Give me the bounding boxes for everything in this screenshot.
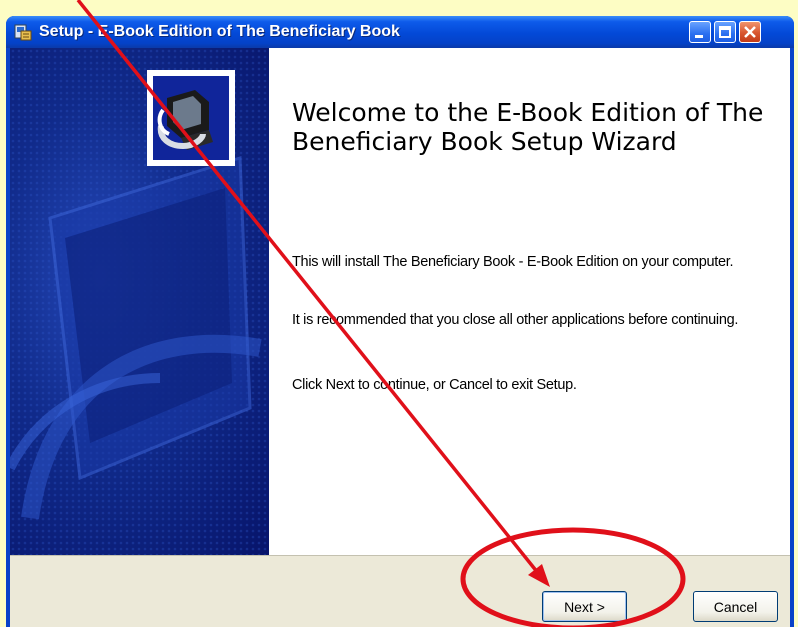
setup-window: Setup - E-Book Edition of The Beneficiar… <box>6 16 794 627</box>
title-bar[interactable]: Setup - E-Book Edition of The Beneficiar… <box>6 16 794 48</box>
computer-install-icon <box>153 76 229 160</box>
intro-paragraph: This will install The Beneficiary Book -… <box>292 254 734 270</box>
maximize-icon <box>719 26 731 38</box>
close-button[interactable] <box>739 21 761 43</box>
setup-icon <box>14 24 32 41</box>
recommendation-paragraph: It is recommended that you close all oth… <box>292 312 739 328</box>
wizard-logo <box>147 70 235 166</box>
button-bar: Next > Cancel <box>10 555 790 627</box>
close-icon <box>744 26 756 38</box>
window-title: Setup - E-Book Edition of The Beneficiar… <box>39 23 400 40</box>
wizard-side-image <box>10 48 269 555</box>
wizard-client-area: Welcome to the E-Book Edition of The Ben… <box>10 48 790 627</box>
welcome-heading: Welcome to the E-Book Edition of The Ben… <box>292 98 764 156</box>
next-button[interactable]: Next > <box>542 591 627 622</box>
minimize-button[interactable] <box>689 21 711 43</box>
maximize-button[interactable] <box>714 21 736 43</box>
minimize-icon <box>695 35 703 38</box>
cancel-button[interactable]: Cancel <box>693 591 778 622</box>
instruction-paragraph: Click Next to continue, or Cancel to exi… <box>292 377 577 393</box>
